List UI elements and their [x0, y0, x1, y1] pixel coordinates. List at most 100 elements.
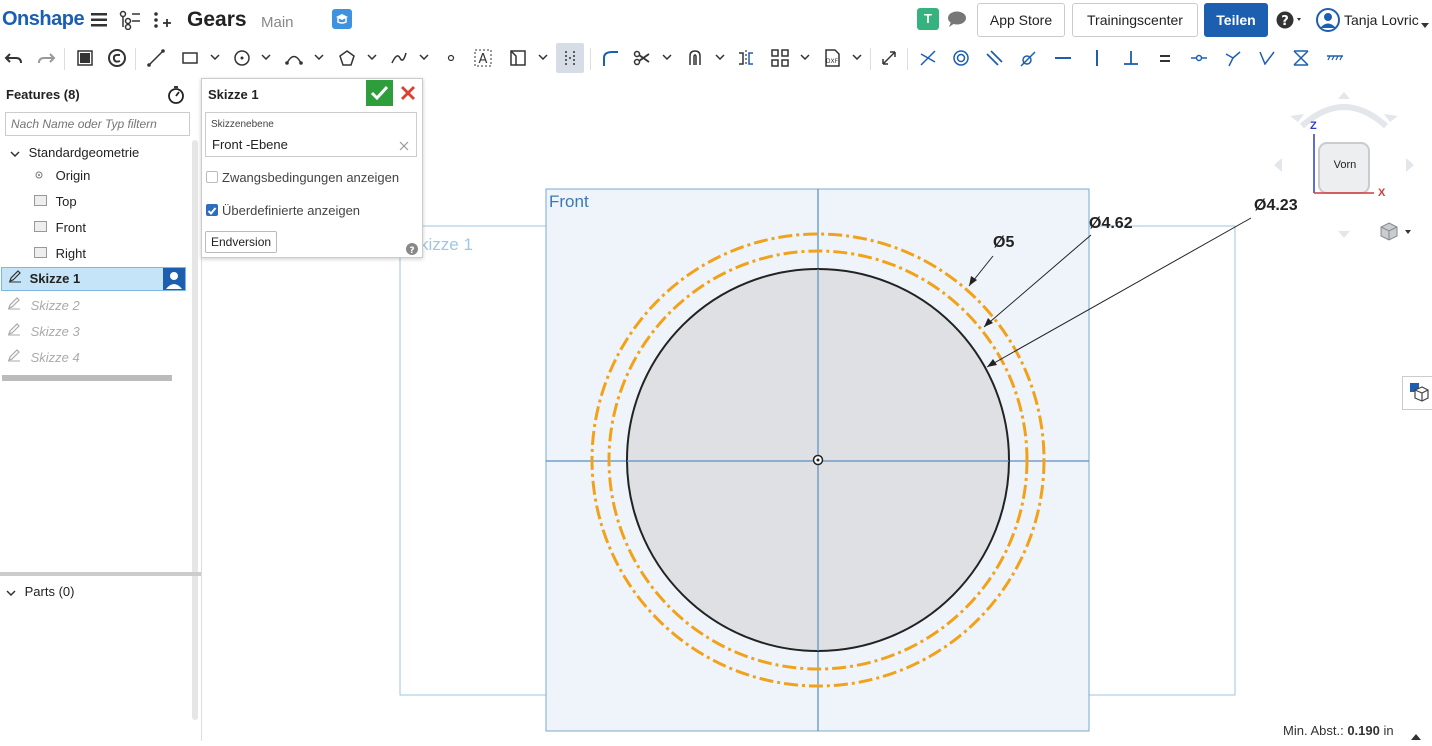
user-name[interactable]: Tanja Lovric	[1344, 12, 1419, 28]
sketch-icon[interactable]	[71, 43, 99, 73]
cancel-button[interactable]	[395, 80, 421, 106]
tangent-icon[interactable]	[1014, 43, 1042, 73]
coincident-icon[interactable]	[914, 43, 942, 73]
show-overdefined-checkbox[interactable]	[206, 204, 218, 216]
chevron-down-icon[interactable]	[538, 50, 548, 64]
user-badge[interactable]: T	[917, 8, 939, 30]
feature-list-icon[interactable]	[119, 10, 141, 31]
midpoint-icon[interactable]	[1185, 43, 1213, 73]
avatar[interactable]	[163, 268, 185, 290]
horizontal-icon[interactable]	[1049, 43, 1077, 73]
tree-item-sketch-4[interactable]: Skizze 4	[7, 347, 80, 369]
rollback-bar[interactable]	[2, 375, 172, 381]
dxf-import-icon[interactable]: DXF	[818, 43, 846, 73]
chevron-down-icon[interactable]	[261, 50, 271, 64]
pattern-icon[interactable]	[766, 43, 794, 73]
line-icon[interactable]	[142, 43, 170, 73]
text-icon[interactable]: A	[469, 43, 497, 73]
branch-name[interactable]: Main	[261, 14, 294, 31]
onshape-logo[interactable]: Onshape	[2, 8, 85, 31]
dimension-462[interactable]: Ø4.62	[1089, 215, 1133, 233]
avatar-icon[interactable]	[1316, 8, 1340, 32]
tree-item-front[interactable]: Front	[34, 217, 86, 239]
chevron-down-icon[interactable]	[210, 50, 220, 64]
polygon-icon[interactable]	[333, 43, 361, 73]
front-plane-label[interactable]: Front	[549, 192, 589, 212]
z-axis-label: Z	[1310, 120, 1317, 132]
tree-item-origin[interactable]: Origin	[34, 165, 90, 187]
show-constraints-checkbox[interactable]	[206, 171, 218, 183]
tree-item-sketch-1[interactable]: Skizze 1	[1, 267, 186, 291]
status-label: Min. Abst.:	[1283, 723, 1344, 738]
dimension-5[interactable]: Ø5	[993, 234, 1014, 252]
plane-selector[interactable]: Skizzenebene Front -Ebene	[205, 112, 417, 157]
equal-icon[interactable]	[1151, 43, 1179, 73]
learning-center-icon[interactable]	[332, 9, 352, 29]
share-button[interactable]: Teilen	[1204, 3, 1268, 37]
sketch-label[interactable]: kizze 1	[420, 235, 473, 255]
chevron-up-icon[interactable]	[1411, 728, 1421, 746]
plane-field-value[interactable]: Front -Ebene	[212, 137, 288, 152]
insert-icon[interactable]	[151, 10, 173, 30]
concentric-icon[interactable]	[947, 43, 975, 73]
chevron-down-icon[interactable]	[800, 50, 810, 64]
clear-icon[interactable]	[399, 138, 409, 156]
redo-icon[interactable]	[32, 43, 60, 73]
fix-icon[interactable]	[1321, 43, 1349, 73]
show-constraints-label[interactable]: Zwangsbedingungen anzeigen	[222, 170, 399, 185]
undo-icon[interactable]	[0, 43, 28, 73]
fillet-icon[interactable]	[596, 43, 624, 73]
pierce-icon[interactable]	[1253, 43, 1281, 73]
chevron-down-icon[interactable]	[852, 50, 862, 64]
symmetric-icon[interactable]	[1287, 43, 1315, 73]
chevron-down-icon[interactable]	[314, 50, 324, 64]
chevron-down-icon[interactable]	[662, 50, 672, 64]
circle-icon[interactable]	[228, 43, 256, 73]
help-icon[interactable]: ?	[1276, 10, 1304, 30]
trim-icon[interactable]	[628, 43, 656, 73]
view-options-icon[interactable]	[1380, 222, 1412, 242]
tree-item-sketch-3[interactable]: Skizze 3	[7, 321, 80, 343]
status-value: 0.190	[1347, 723, 1380, 738]
point-icon[interactable]	[437, 43, 465, 73]
normal-icon[interactable]	[1219, 43, 1247, 73]
use-icon[interactable]	[103, 43, 131, 73]
construction-icon[interactable]	[504, 43, 532, 73]
help-icon[interactable]: ?	[406, 242, 418, 260]
chevron-down-icon[interactable]	[715, 50, 725, 64]
app-store-button[interactable]: App Store	[977, 3, 1065, 37]
chevron-down-icon[interactable]	[10, 142, 22, 164]
vertical-icon[interactable]	[1083, 43, 1111, 73]
final-version-button[interactable]: Endversion	[205, 231, 278, 253]
group-standard-geometry[interactable]: Standardgeometrie	[10, 142, 139, 164]
perpendicular-icon[interactable]	[1117, 43, 1145, 73]
tree-item-sketch-2[interactable]: Skizze 2	[7, 295, 80, 317]
view-cube-face[interactable]: Vorn	[1327, 159, 1363, 171]
chevron-down-icon[interactable]	[367, 50, 377, 64]
chevron-down-icon[interactable]	[419, 50, 429, 64]
parts-header[interactable]: Parts (0)	[6, 581, 74, 603]
spline-icon[interactable]	[385, 43, 413, 73]
construction-toggle-icon[interactable]	[556, 43, 584, 73]
training-center-button[interactable]: Trainingscenter	[1072, 3, 1198, 37]
confirm-button[interactable]	[366, 80, 393, 106]
panel-divider[interactable]	[0, 572, 201, 576]
chevron-down-icon[interactable]	[6, 581, 18, 603]
tree-item-right[interactable]: Right	[34, 243, 86, 265]
tree-item-top[interactable]: Top	[34, 191, 77, 213]
arc-icon[interactable]	[280, 43, 308, 73]
menu-icon[interactable]	[91, 12, 109, 28]
chevron-down-icon[interactable]	[1421, 16, 1429, 34]
offset-icon[interactable]	[681, 43, 709, 73]
scrollbar[interactable]	[192, 140, 198, 720]
parallel-icon[interactable]	[980, 43, 1008, 73]
document-title[interactable]: Gears	[187, 8, 247, 32]
appearance-panel-icon[interactable]	[1402, 376, 1432, 410]
dimension-icon[interactable]	[875, 43, 903, 73]
rollback-timer-icon[interactable]	[166, 85, 186, 105]
mirror-icon[interactable]	[732, 43, 760, 73]
feature-filter-input[interactable]	[5, 112, 190, 136]
show-overdefined-label[interactable]: Überdefinierte anzeigen	[222, 203, 360, 218]
rectangle-icon[interactable]	[176, 43, 204, 73]
chat-icon[interactable]	[946, 10, 968, 28]
